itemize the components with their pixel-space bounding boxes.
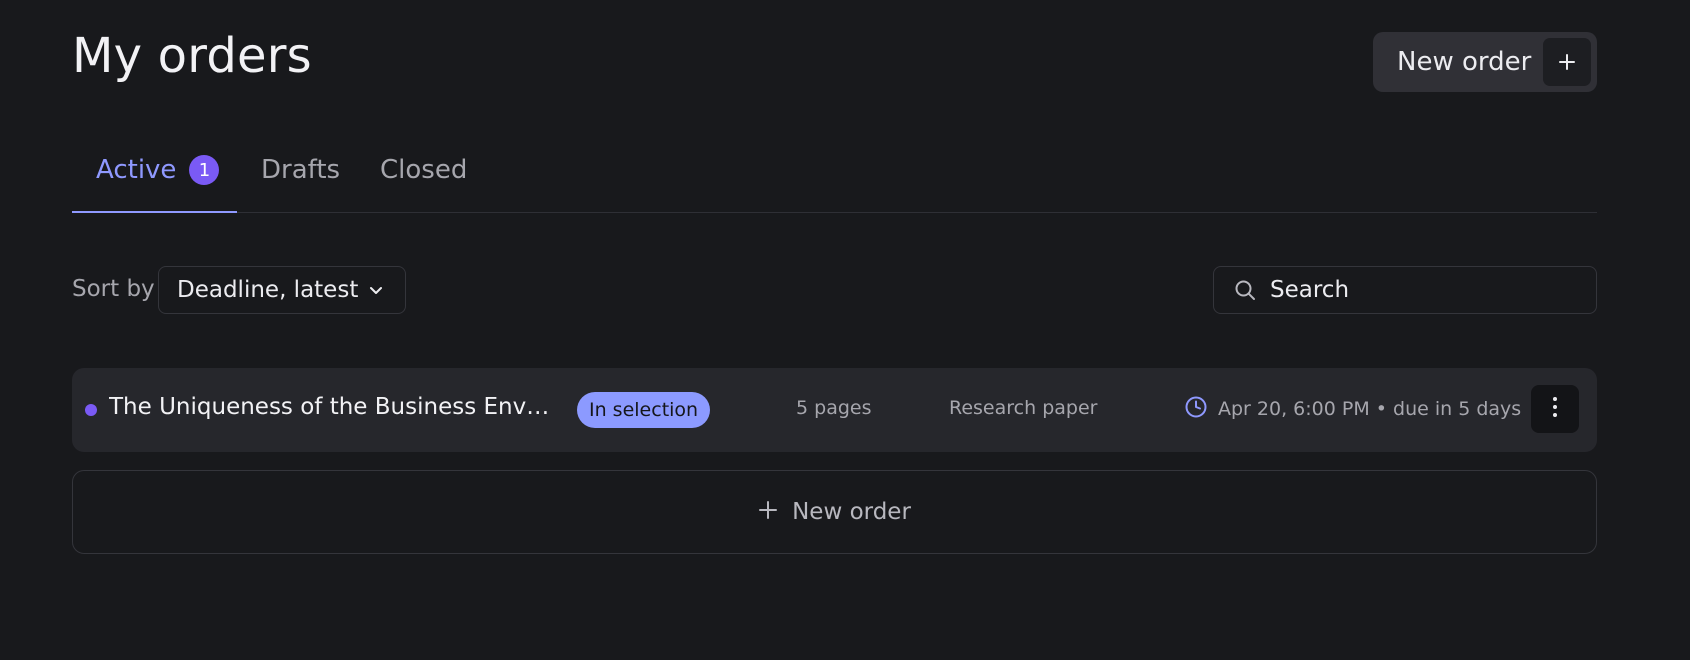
add-new-order-card[interactable]: New order — [72, 470, 1597, 554]
tab-active[interactable]: Active 1 — [96, 155, 220, 185]
order-deadline: Apr 20, 6:00 PM • due in 5 days — [1184, 395, 1521, 423]
tab-active-label: Active — [96, 155, 177, 185]
order-pages: 5 pages — [796, 397, 872, 419]
search-icon — [1234, 279, 1256, 301]
tab-drafts[interactable]: Drafts — [261, 155, 340, 185]
order-type: Research paper — [949, 397, 1098, 419]
tab-closed-label: Closed — [380, 155, 468, 185]
order-title[interactable]: The Uniqueness of the Business Environm… — [109, 394, 555, 420]
deadline-text: Apr 20, 6:00 PM • due in 5 days — [1218, 398, 1522, 420]
active-tab-indicator — [72, 211, 237, 213]
more-vertical-icon — [1552, 396, 1558, 422]
search-input[interactable] — [1268, 276, 1572, 304]
tab-closed[interactable]: Closed — [380, 155, 467, 185]
new-order-button[interactable]: New order — [1373, 32, 1597, 92]
sort-label: Sort by — [72, 276, 155, 302]
sort-dropdown[interactable]: Deadline, latest — [158, 266, 406, 314]
orders-page: My orders New order Active 1 Drafts Clos… — [0, 0, 1690, 660]
tab-count-badge: 1 — [189, 155, 220, 185]
order-row[interactable]: The Uniqueness of the Business Environm…… — [72, 368, 1597, 452]
new-order-button-label: New order — [1397, 47, 1532, 77]
tab-drafts-label: Drafts — [261, 155, 341, 185]
order-tabs: Active 1 Drafts Closed — [72, 135, 1597, 213]
add-new-order-label: New order — [792, 499, 911, 525]
plus-icon — [1543, 38, 1591, 86]
sort-value: Deadline, latest — [177, 277, 359, 303]
search-field[interactable] — [1213, 266, 1597, 314]
status-dot — [85, 404, 97, 416]
plus-icon — [758, 500, 778, 524]
chevron-down-icon — [367, 281, 385, 303]
status-badge: In selection — [577, 392, 711, 428]
more-options-button[interactable] — [1531, 385, 1579, 433]
clock-icon — [1184, 395, 1208, 423]
page-title: My orders — [72, 28, 312, 84]
